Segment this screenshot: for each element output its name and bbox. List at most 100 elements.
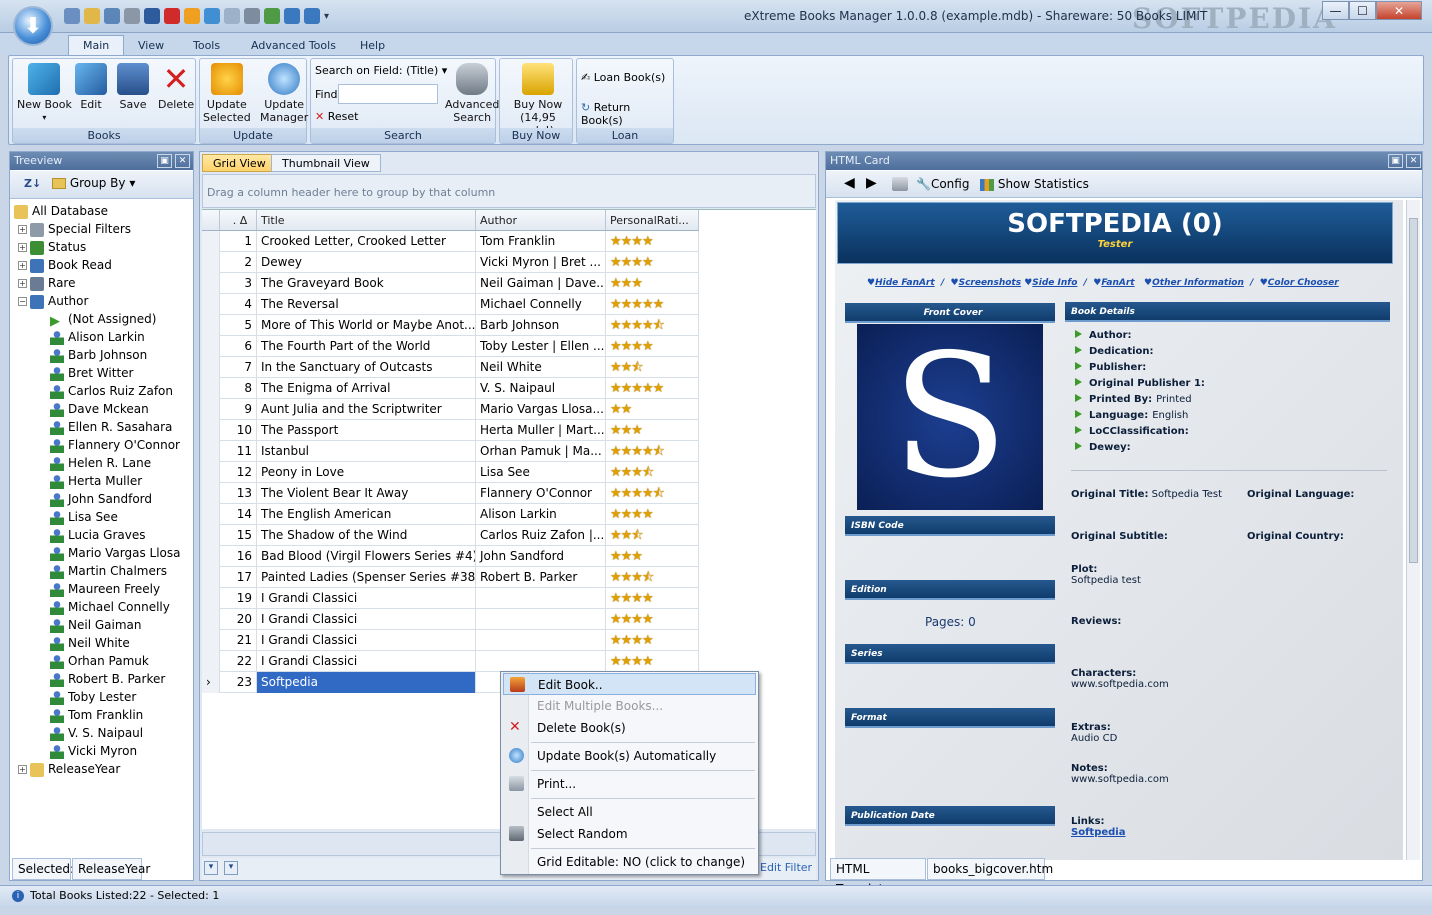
title-cell[interactable]: Aunt Julia and the Scriptwriter [257, 399, 476, 420]
table-row[interactable]: 9 Aunt Julia and the Scriptwriter Mario Va… [202, 399, 699, 420]
rating-cell[interactable]: ★★★★⯪ [606, 483, 699, 504]
row-indicator[interactable] [202, 336, 220, 357]
row-number-cell[interactable]: 8 [220, 378, 257, 399]
author-cell[interactable]: Flannery O'Connor [476, 483, 606, 504]
row-number-cell[interactable]: 17 [220, 567, 257, 588]
rating-cell[interactable]: ★★★ [606, 420, 699, 441]
filter-options-icon[interactable]: ▾ [224, 861, 238, 875]
tree-node[interactable]: Bret Witter [14, 364, 190, 382]
table-row[interactable]: 1 Crooked Letter, Crooked Letter Tom Frank… [202, 231, 699, 252]
print-icon[interactable] [124, 8, 140, 24]
title-cell[interactable]: I Grandi Classici [257, 588, 476, 609]
title-cell[interactable]: Painted Ladies (Spenser Series #38) [257, 567, 476, 588]
author-cell[interactable]: Tom Franklin [476, 231, 606, 252]
row-number-cell[interactable]: 21 [220, 630, 257, 651]
rating-cell[interactable]: ★★★★ [606, 651, 699, 672]
side-info-link[interactable]: ♥Side Info [1024, 278, 1077, 288]
rating-cell[interactable]: ★★★★ [606, 504, 699, 525]
buy-now-button[interactable]: Buy Now (14,95 only!) [504, 63, 572, 137]
rating-column-header[interactable]: PersonalRati... [606, 210, 699, 231]
tab-main[interactable]: Main [68, 35, 125, 55]
row-indicator[interactable] [202, 231, 220, 252]
pin-icon[interactable]: ▣ [1388, 154, 1403, 168]
edit-filter-link[interactable]: Edit Filter [760, 861, 812, 874]
rating-cell[interactable]: ★★⯪ [606, 357, 699, 378]
title-cell[interactable]: I Grandi Classici [257, 630, 476, 651]
tree-node[interactable]: V. S. Naipaul [14, 724, 190, 742]
table-row[interactable]: 14 The English American Alison Larkin ★★★★ [202, 504, 699, 525]
row-indicator[interactable] [202, 273, 220, 294]
title-cell[interactable]: Istanbul [257, 441, 476, 462]
author-cell[interactable]: Alison Larkin [476, 504, 606, 525]
edit-button[interactable]: Edit [75, 63, 107, 111]
list-icon[interactable] [244, 8, 260, 24]
author-cell[interactable]: Mario Vargas Llosa... [476, 399, 606, 420]
globe-icon[interactable] [204, 8, 220, 24]
author-cell[interactable]: Vicki Myron | Bret ... [476, 252, 606, 273]
card-scrollbar[interactable] [1406, 200, 1420, 860]
tree-node[interactable]: Barb Johnson [14, 346, 190, 364]
expand-toggle-icon[interactable]: + [18, 225, 27, 234]
minimize-button[interactable]: — [1322, 1, 1349, 20]
author-cell[interactable] [476, 651, 606, 672]
html-template-value[interactable]: books_bigcover.htm [927, 858, 1053, 880]
author-cell[interactable]: Herta Muller | Mart... [476, 420, 606, 441]
search-field-selector[interactable]: Search on Field: (Title) ▾ [315, 64, 447, 77]
tree-node[interactable]: Ellen R. Sasahara [14, 418, 190, 436]
table-row[interactable]: 12 Peony in Love Lisa See ★★★⯪ [202, 462, 699, 483]
title-cell[interactable]: The English American [257, 504, 476, 525]
close-button[interactable]: ✕ [1376, 1, 1422, 20]
title-cell[interactable]: Crooked Letter, Crooked Letter [257, 231, 476, 252]
row-number-cell[interactable]: 15 [220, 525, 257, 546]
info-icon[interactable] [304, 8, 320, 24]
title-cell[interactable]: Softpedia [257, 672, 476, 693]
group-by-button[interactable]: Group By ▾ [52, 176, 135, 190]
row-number-cell[interactable]: 9 [220, 399, 257, 420]
author-cell[interactable]: Orhan Pamuk | Ma... [476, 441, 606, 462]
row-indicator[interactable] [202, 357, 220, 378]
save-icon[interactable] [144, 8, 160, 24]
tree-node[interactable]: All Database [14, 202, 190, 220]
rating-cell[interactable]: ★★★★ [606, 336, 699, 357]
hand-icon[interactable] [224, 8, 240, 24]
tree-node[interactable]: Dave Mckean [14, 400, 190, 418]
row-indicator[interactable] [202, 315, 220, 336]
expand-toggle-icon[interactable]: − [18, 297, 27, 306]
update-manager-button[interactable]: Update Manager [260, 63, 308, 124]
title-cell[interactable]: More of This World or Maybe Anot... [257, 315, 476, 336]
config-button[interactable]: 🔧Config [916, 177, 969, 191]
update-icon[interactable] [184, 8, 200, 24]
tree-node[interactable]: + Rare [14, 274, 190, 292]
title-cell[interactable]: Bad Blood (Virgil Flowers Series #4) [257, 546, 476, 567]
new-icon[interactable] [64, 8, 80, 24]
title-cell[interactable]: The Shadow of the Wind [257, 525, 476, 546]
rating-cell[interactable]: ★★★★⯪ [606, 441, 699, 462]
printer-icon[interactable] [892, 177, 908, 191]
rating-cell[interactable]: ★★ [606, 399, 699, 420]
tree-node[interactable]: + ReleaseYear [14, 760, 190, 778]
row-indicator[interactable] [202, 651, 220, 672]
row-indicator[interactable] [202, 441, 220, 462]
table-row[interactable]: 6 The Fourth Part of the World Toby Lester… [202, 336, 699, 357]
find-input[interactable] [338, 84, 438, 104]
tree-node[interactable]: + Special Filters [14, 220, 190, 238]
table-row[interactable]: 4 The Reversal Michael Connelly ★★★★★ [202, 294, 699, 315]
menu-print[interactable]: Print... [503, 773, 756, 795]
table-row[interactable]: 2 Dewey Vicki Myron | Bret ... ★★★★ [202, 252, 699, 273]
row-indicator[interactable] [202, 399, 220, 420]
row-number-cell[interactable]: 12 [220, 462, 257, 483]
table-row[interactable]: 7 In the Sanctuary of Outcasts Neil White ★… [202, 357, 699, 378]
tab-view[interactable]: View [123, 35, 179, 55]
author-cell[interactable]: Neil White [476, 357, 606, 378]
tree-node[interactable]: Mario Vargas Llosa [14, 544, 190, 562]
table-row[interactable]: 10 The Passport Herta Muller | Mart... ★★★ [202, 420, 699, 441]
tree-node[interactable]: John Sandford [14, 490, 190, 508]
tree-node[interactable]: Flannery O'Connor [14, 436, 190, 454]
menu-select-random[interactable]: Select Random [503, 823, 756, 845]
expand-toggle-icon[interactable]: + [18, 243, 27, 252]
table-row[interactable]: 21 I Grandi Classici ★★★★ [202, 630, 699, 651]
tree-node[interactable]: Carlos Ruiz Zafon [14, 382, 190, 400]
row-indicator[interactable] [202, 525, 220, 546]
table-row[interactable]: 16 Bad Blood (Virgil Flowers Series #4) Jo… [202, 546, 699, 567]
tree-node[interactable]: + Status [14, 238, 190, 256]
